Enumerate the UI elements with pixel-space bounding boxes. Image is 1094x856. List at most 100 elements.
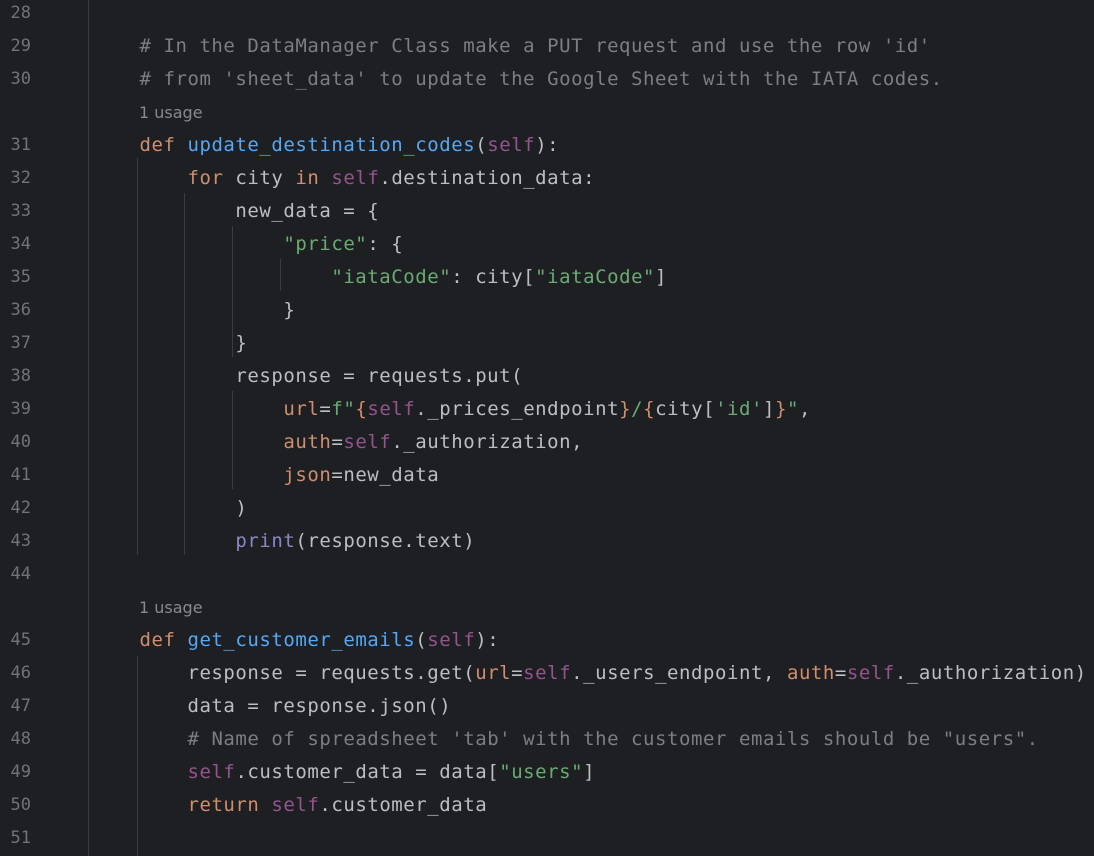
code-line[interactable]: 31 def update_destination_codes(self): [0, 129, 1094, 162]
code-text[interactable]: def update_destination_codes(self): [140, 129, 560, 162]
line-number[interactable]: 43 [0, 525, 31, 558]
usage-hint[interactable]: 1 usage [139, 591, 203, 624]
line-number[interactable]: 35 [0, 261, 31, 294]
usage-hint-row[interactable]: 1 usage [0, 591, 1094, 624]
code-text[interactable]: for city in self.destination_data: [140, 162, 596, 195]
line-number[interactable]: 46 [0, 657, 31, 690]
code-text[interactable]: # from 'sheet_data' to update the Google… [140, 63, 943, 96]
code-token: { [355, 398, 368, 420]
line-number[interactable]: 41 [0, 459, 31, 492]
code-text[interactable]: } [140, 294, 296, 327]
line-number[interactable]: 34 [0, 228, 31, 261]
line-number[interactable]: 42 [0, 492, 31, 525]
code-token: ] [655, 266, 668, 288]
code-text[interactable]: response = requests.get(url=self._users_… [140, 657, 1087, 690]
line-number[interactable]: 28 [0, 0, 31, 30]
code-line[interactable]: 51 [0, 822, 1094, 855]
code-text[interactable]: ) [140, 492, 248, 525]
line-number[interactable]: 30 [0, 63, 31, 96]
line-number[interactable]: 38 [0, 360, 31, 393]
code-line[interactable]: 46 response = requests.get(url=self._use… [0, 657, 1094, 690]
code-text[interactable]: return self.customer_data [140, 789, 488, 822]
code-line[interactable]: 33 new_data = { [0, 195, 1094, 228]
code-line[interactable]: 36 } [0, 294, 1094, 327]
code-text[interactable]: auth=self._authorization, [140, 426, 584, 459]
code-token: ) [139, 497, 248, 519]
code-line[interactable]: 47 data = response.json() [0, 690, 1094, 723]
code-token: url [283, 398, 320, 420]
code-text[interactable]: data = response.json() [140, 690, 452, 723]
line-number[interactable]: 39 [0, 393, 31, 426]
code-text[interactable]: new_data = { [140, 195, 380, 228]
indent-guide [232, 391, 233, 489]
code-line[interactable]: 42 ) [0, 492, 1094, 525]
code-text[interactable]: print(response.text) [140, 525, 476, 558]
line-number[interactable]: 33 [0, 195, 31, 228]
code-line[interactable]: 43 print(response.text) [0, 525, 1094, 558]
code-token: self [343, 431, 392, 453]
code-editor[interactable]: 28 29 # In the DataManager Class make a PU… [0, 0, 1094, 856]
code-token: update_destination_codes [187, 134, 476, 156]
code-text[interactable]: response = requests.put( [140, 360, 524, 393]
line-number[interactable]: 31 [0, 129, 31, 162]
line-number[interactable]: 37 [0, 327, 31, 360]
code-text[interactable]: "iataCode": city["iataCode"] [140, 261, 668, 294]
usage-hint-row[interactable]: 1 usage [0, 96, 1094, 129]
code-text[interactable]: def get_customer_emails(self): [140, 624, 500, 657]
code-text[interactable]: self.customer_data = data["users"] [140, 756, 596, 789]
line-number[interactable]: 36 [0, 294, 31, 327]
line-number[interactable]: 49 [0, 756, 31, 789]
code-token: data = response.json() [139, 695, 452, 717]
code-text[interactable]: url=f"{self._prices_endpoint}/{city['id'… [140, 393, 812, 426]
code-token: ._authorization, [391, 431, 584, 453]
code-token: json [283, 464, 332, 486]
line-number[interactable]: 47 [0, 690, 31, 723]
code-line[interactable]: 28 [0, 0, 1094, 30]
code-line[interactable]: 40 auth=self._authorization, [0, 426, 1094, 459]
code-line[interactable]: 32 for city in self.destination_data: [0, 162, 1094, 195]
code-token: ): [535, 134, 560, 156]
code-text[interactable]: # In the DataManager Class make a PUT re… [140, 30, 931, 63]
code-line[interactable]: 39 url=f"{self._prices_endpoint}/{city['… [0, 393, 1094, 426]
code-line[interactable]: 34 "price": { [0, 228, 1094, 261]
code-token: ._prices_endpoint [415, 398, 620, 420]
code-token: # from 'sheet_data' to update the Google… [139, 68, 943, 90]
code-line[interactable]: 35 "iataCode": city["iataCode"] [0, 261, 1094, 294]
line-number[interactable]: 40 [0, 426, 31, 459]
code-line[interactable]: 48 # Name of spreadsheet 'tab' with the … [0, 723, 1094, 756]
code-token: f" [331, 398, 356, 420]
code-line[interactable]: 30 # from 'sheet_data' to update the Goog… [0, 63, 1094, 96]
indent-guide [137, 656, 138, 856]
code-line[interactable]: 37 } [0, 327, 1094, 360]
code-token: self [487, 134, 536, 156]
line-number[interactable]: 29 [0, 30, 31, 63]
code-token: city[ [655, 398, 716, 420]
code-token: } [139, 299, 296, 321]
line-number[interactable]: 32 [0, 162, 31, 195]
code-text[interactable]: "price": { [140, 228, 404, 261]
code-line[interactable]: 50 return self.customer_data [0, 789, 1094, 822]
code-token: new_data = { [139, 200, 380, 222]
code-token: = [319, 398, 332, 420]
code-line[interactable]: 49 self.customer_data = data["users"] [0, 756, 1094, 789]
code-line[interactable]: 45 def get_customer_emails(self): [0, 624, 1094, 657]
usage-hint[interactable]: 1 usage [139, 96, 203, 129]
code-token: } [775, 398, 788, 420]
line-number[interactable]: 45 [0, 624, 31, 657]
line-number[interactable]: 48 [0, 723, 31, 756]
line-number[interactable]: 44 [0, 558, 31, 591]
line-number[interactable]: 51 [0, 822, 31, 855]
code-line[interactable]: 44 [0, 558, 1094, 591]
code-text[interactable]: # Name of spreadsheet 'tab' with the cus… [140, 723, 1039, 756]
code-line[interactable]: 41 json=new_data [0, 459, 1094, 492]
code-line[interactable]: 38 response = requests.put( [0, 360, 1094, 393]
code-token: response = requests.put( [139, 365, 524, 387]
code-line[interactable]: 29 # In the DataManager Class make a PUT … [0, 30, 1094, 63]
code-token: in [295, 167, 320, 189]
code-token: .customer_data [319, 794, 488, 816]
line-number[interactable]: 50 [0, 789, 31, 822]
